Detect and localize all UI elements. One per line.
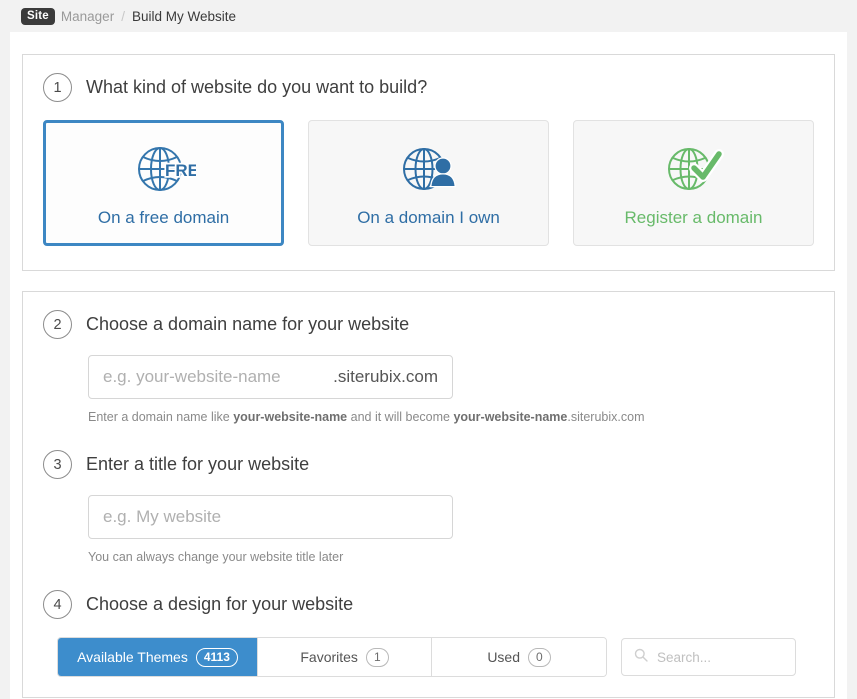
breadcrumb: Site Manager / Build My Website	[0, 0, 857, 32]
site-badge: Site	[21, 7, 55, 25]
tab-available-themes-count: 4113	[195, 647, 238, 667]
step-number-2: 2	[43, 310, 72, 339]
domain-field-row: e.g. your-website-name .siterubix.com	[43, 355, 814, 399]
breadcrumb-current: Build My Website	[131, 8, 237, 24]
step-number-1: 1	[43, 73, 72, 102]
theme-search-box[interactable]: Search...	[621, 638, 796, 676]
step-2-title: Choose a domain name for your website	[86, 314, 410, 334]
tab-used-count: 0	[528, 647, 551, 667]
panel-website-kind: 1 What kind of website do you want to bu…	[22, 54, 835, 271]
step-3-title: Enter a title for your website	[86, 454, 310, 474]
website-kind-options: FREE On a free domain	[43, 120, 815, 246]
theme-tabs-row: Available Themes 4113 Favorites 1 Used 0	[43, 637, 814, 677]
domain-hint-bold-2: your-website-name	[453, 410, 568, 424]
domain-name-input[interactable]: e.g. your-website-name .siterubix.com	[88, 355, 453, 399]
domain-hint-part-3: .siterubix.com	[567, 410, 645, 424]
svg-text:FREE: FREE	[165, 161, 196, 180]
step-4-title: Choose a design for your website	[86, 594, 354, 614]
step-2-heading: 2 Choose a domain name for your website	[43, 310, 814, 339]
domain-suffix: .siterubix.com	[333, 367, 438, 386]
title-field-row: e.g. My website	[43, 495, 814, 539]
globe-free-icon: FREE	[132, 138, 196, 200]
option-own-domain[interactable]: On a domain I own	[308, 120, 550, 246]
title-hint: You can always change your website title…	[88, 550, 344, 564]
breadcrumb-separator: /	[121, 8, 125, 24]
tab-available-themes-label: Available Themes	[77, 649, 188, 665]
step-3-heading: 3 Enter a title for your website	[43, 450, 814, 479]
tab-used[interactable]: Used 0	[432, 638, 606, 676]
step-1-title: What kind of website do you want to buil…	[86, 77, 428, 97]
option-register-domain-label: Register a domain	[624, 208, 763, 227]
tab-available-themes[interactable]: Available Themes 4113	[58, 638, 258, 676]
globe-check-icon	[663, 138, 725, 200]
step-4-heading: 4 Choose a design for your website	[43, 590, 814, 619]
website-title-placeholder: e.g. My website	[103, 507, 222, 526]
globe-person-icon	[398, 138, 460, 200]
tab-favorites[interactable]: Favorites 1	[258, 638, 432, 676]
option-free-domain-label: On a free domain	[97, 208, 230, 227]
theme-tabs: Available Themes 4113 Favorites 1 Used 0	[57, 637, 607, 677]
tab-favorites-count: 1	[365, 647, 389, 667]
theme-search-placeholder: Search...	[657, 649, 712, 665]
option-own-domain-label: On a domain I own	[357, 208, 500, 227]
option-free-domain[interactable]: FREE On a free domain	[43, 120, 285, 246]
domain-hint-part-2: and it will become	[347, 410, 454, 424]
search-icon	[634, 648, 648, 667]
breadcrumb-owner[interactable]: Manager	[61, 9, 114, 24]
domain-name-placeholder: e.g. your-website-name	[103, 367, 281, 386]
domain-hint: Enter a domain name like your-website-na…	[43, 410, 814, 424]
step-1-heading: 1 What kind of website do you want to bu…	[43, 73, 814, 102]
page-surface: 1 What kind of website do you want to bu…	[10, 32, 847, 699]
option-register-domain[interactable]: Register a domain	[573, 120, 815, 246]
tab-used-label: Used	[487, 649, 520, 665]
website-title-input[interactable]: e.g. My website	[88, 495, 453, 539]
domain-hint-bold-1: your-website-name	[233, 410, 348, 424]
domain-hint-part-1: Enter a domain name like	[88, 410, 234, 424]
step-number-4: 4	[43, 590, 72, 619]
step-number-3: 3	[43, 450, 72, 479]
panel-website-details: 2 Choose a domain name for your website …	[22, 291, 835, 698]
tab-favorites-label: Favorites	[300, 649, 358, 665]
